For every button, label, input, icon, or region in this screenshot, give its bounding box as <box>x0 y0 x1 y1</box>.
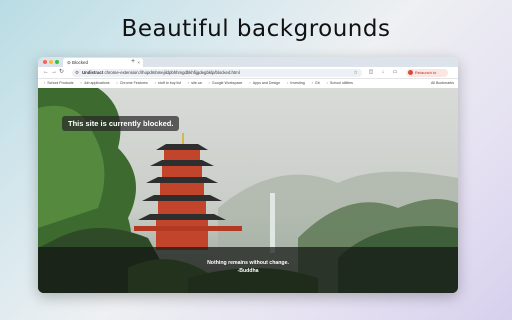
bookmark-item[interactable]: School utilities <box>327 79 353 88</box>
bookmark-item[interactable]: Job applications <box>80 79 110 88</box>
browser-window: ⊘ Blocked × + ← → ↻ ⚙ Undistract chrome-… <box>38 57 458 293</box>
bookmark-item[interactable]: site.ca <box>188 79 201 88</box>
reload-icon[interactable]: ↻ <box>59 68 64 77</box>
quote-author: -Buddha <box>237 268 259 274</box>
new-tab-button[interactable]: + <box>131 57 135 67</box>
bookmark-item[interactable]: stuff to buy list <box>155 79 181 88</box>
forward-arrow-icon[interactable]: → <box>51 68 57 77</box>
bookmark-item[interactable]: School Products <box>44 79 73 88</box>
profile-update-button[interactable]: Relaunch to update <box>406 68 448 83</box>
back-arrow-icon[interactable]: ← <box>43 68 49 77</box>
bookmark-item[interactable]: Git <box>312 79 320 88</box>
minimize-window-button[interactable] <box>49 60 53 64</box>
bookmark-item[interactable]: Apps and Design <box>249 79 280 88</box>
url-text: chrome-extension://hopdmbmejildpbhhmgdbk… <box>104 69 240 75</box>
extension-icon: ⚙ <box>75 69 80 75</box>
download-icon[interactable]: ↓ <box>380 69 386 75</box>
bookmark-star-icon[interactable]: ☆ <box>354 69 358 77</box>
bookmark-item[interactable]: Chrome Features <box>117 79 148 88</box>
blocked-page: This site is currently blocked. Nothing … <box>38 88 458 293</box>
address-bar[interactable]: ⚙ Undistract chrome-extension://hopdmbme… <box>72 68 362 77</box>
blocked-message: This site is currently blocked. <box>62 116 180 131</box>
tab-strip: ⊘ Blocked × + <box>38 57 458 67</box>
browser-toolbar: ← → ↻ ⚙ Undistract chrome-extension://ho… <box>38 67 458 83</box>
quote-text: Nothing remains without change. <box>207 260 289 266</box>
bookmark-item[interactable]: Investing <box>287 79 304 88</box>
split-view-icon[interactable]: ▭ <box>392 69 398 75</box>
all-bookmarks-button[interactable]: All Bookmarks <box>431 79 454 88</box>
maximize-window-button[interactable] <box>55 60 59 64</box>
close-window-button[interactable] <box>43 60 47 64</box>
tab-close-icon[interactable]: × <box>137 58 140 67</box>
tab-title: ⊘ Blocked <box>67 60 89 65</box>
extensions-puzzle-icon[interactable]: ◫ <box>368 69 374 75</box>
quote-bar: Nothing remains without change. -Buddha <box>38 247 458 293</box>
bookmark-item[interactable]: Google Workspace <box>209 79 243 88</box>
headline: Beautiful backgrounds <box>121 16 391 42</box>
url-app-name: Undistract <box>82 69 104 75</box>
avatar <box>408 70 413 75</box>
